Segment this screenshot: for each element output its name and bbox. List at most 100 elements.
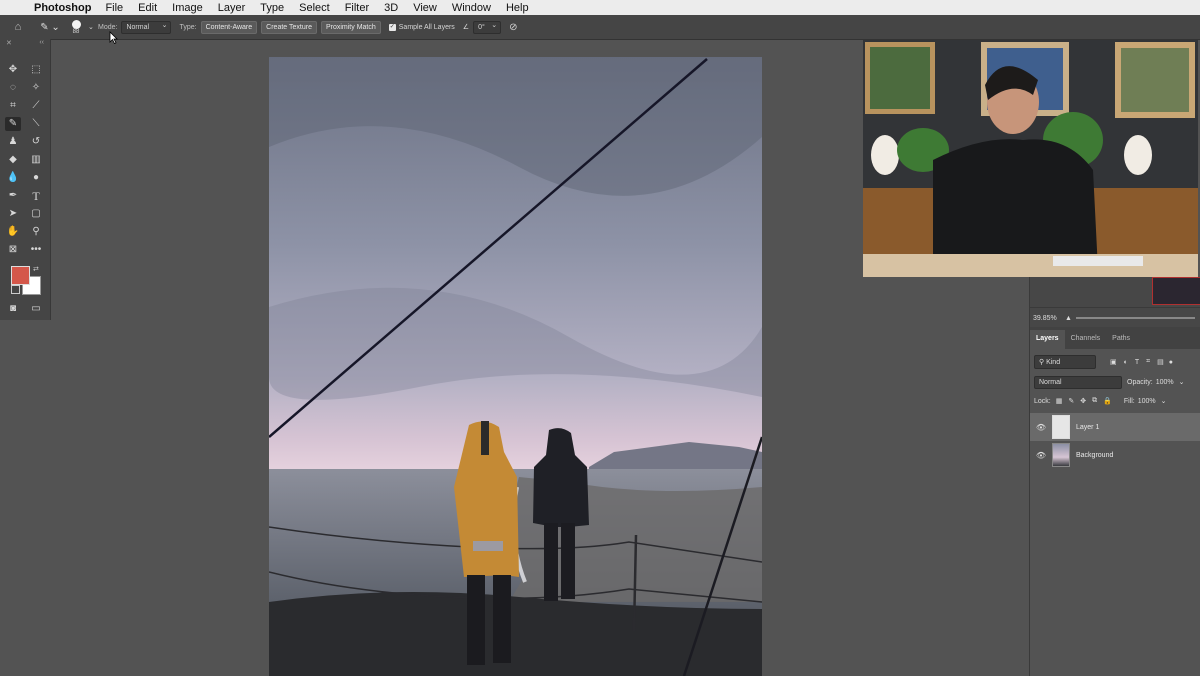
spot-healing-tool-icon[interactable]: ✎: [5, 117, 21, 131]
sample-all-layers-label: Sample All Layers: [398, 23, 455, 31]
layer-row-background[interactable]: 👁 Background: [1030, 441, 1200, 469]
close-icon[interactable]: ✕: [6, 39, 12, 49]
layer-name: Layer 1: [1076, 423, 1100, 431]
foreground-color-swatch[interactable]: [11, 266, 30, 285]
mode-label: Mode:: [98, 23, 118, 31]
lasso-tool-icon[interactable]: ◌: [5, 81, 21, 95]
eyedropper-tool-icon[interactable]: ⟋: [28, 99, 44, 113]
screen-mode-icon[interactable]: ▭: [28, 302, 44, 316]
menu-view[interactable]: View: [413, 2, 437, 14]
angle-field[interactable]: 0°: [473, 20, 502, 34]
lock-position-icon[interactable]: ✥: [1080, 397, 1086, 405]
proximity-match-button[interactable]: Proximity Match: [320, 20, 381, 34]
home-icon[interactable]: ⌂: [0, 21, 36, 33]
create-texture-button[interactable]: Create Texture: [261, 20, 317, 34]
instructor-video-frame: [863, 40, 1198, 277]
type-tool-icon[interactable]: T: [28, 189, 44, 203]
filter-smart-object-icon[interactable]: ▤: [1157, 358, 1164, 366]
mac-menu-bar: Photoshop File Edit Image Layer Type Sel…: [0, 0, 1200, 15]
menu-file[interactable]: File: [105, 2, 123, 14]
opacity-chevron-icon[interactable]: ⌄: [1179, 378, 1185, 386]
fill-chevron-icon[interactable]: ⌄: [1161, 397, 1167, 405]
filter-kind-select[interactable]: ⚲ Kind: [1034, 355, 1096, 369]
lock-label: Lock:: [1034, 397, 1051, 405]
zoom-value[interactable]: 39.85%: [1033, 315, 1065, 322]
quick-mask-icon[interactable]: ◙: [5, 302, 21, 316]
shape-tool-icon[interactable]: ▢: [28, 207, 44, 221]
layer-thumbnail: [1052, 443, 1070, 467]
photo-image: [269, 57, 762, 676]
path-selection-tool-icon[interactable]: ➤: [5, 207, 21, 221]
right-panel-dock: 39.85% ▲ Layers Channels Paths ⚲ Kind ▣ …: [1029, 277, 1200, 676]
mode-select[interactable]: Normal: [121, 20, 172, 34]
menu-help[interactable]: Help: [506, 2, 529, 14]
app-menu-photoshop[interactable]: Photoshop: [34, 2, 91, 14]
blur-tool-icon[interactable]: 💧: [5, 171, 21, 185]
opacity-field[interactable]: 100%: [1156, 379, 1174, 386]
visibility-eye-icon[interactable]: 👁: [1030, 423, 1052, 432]
fill-field[interactable]: 100%: [1138, 398, 1156, 405]
lock-pixels-icon[interactable]: ✎: [1068, 397, 1074, 405]
swap-colors-icon[interactable]: ⇄: [33, 265, 39, 273]
lock-transparent-icon[interactable]: ▦: [1056, 397, 1063, 405]
marquee-tool-icon[interactable]: ⬚: [28, 63, 44, 77]
more-tools-icon[interactable]: •••: [28, 243, 44, 257]
menu-select[interactable]: Select: [299, 2, 330, 14]
frame-tool-icon[interactable]: ⊠: [5, 243, 21, 257]
zoom-out-icon[interactable]: ▲: [1065, 315, 1072, 322]
menu-filter[interactable]: Filter: [345, 2, 369, 14]
tools-panel: ✕ ‹‹ ✥ ⬚ ◌ ✧ ⌗ ⟋ ✎ ⟍ ♟ ↺ ◆ ▥ 💧 ● ✒ T ➤ ▢…: [0, 39, 51, 320]
panel-tabs: Layers Channels Paths: [1030, 327, 1200, 349]
instructor-video-overlay: [863, 40, 1198, 277]
brush-preset-picker[interactable]: 88: [64, 19, 88, 35]
filter-shape-icon[interactable]: ⌗: [1146, 358, 1150, 366]
tab-paths[interactable]: Paths: [1106, 330, 1136, 349]
zoom-slider[interactable]: [1075, 317, 1195, 319]
content-aware-button[interactable]: Content-Aware: [200, 20, 258, 34]
navigator-preview[interactable]: [1152, 277, 1200, 305]
filter-adjustment-icon[interactable]: ◐: [1124, 359, 1128, 366]
tab-channels[interactable]: Channels: [1065, 330, 1107, 349]
lock-all-icon[interactable]: 🔒: [1103, 397, 1112, 405]
hand-tool-icon[interactable]: ✋: [5, 225, 21, 239]
default-colors-icon[interactable]: [11, 285, 20, 294]
brush-tool-icon[interactable]: ⟍: [28, 117, 44, 131]
brush-tip-icon: [71, 19, 81, 29]
menu-image[interactable]: Image: [172, 2, 203, 14]
menu-3d[interactable]: 3D: [384, 2, 398, 14]
layer-name: Background: [1076, 451, 1114, 459]
blend-mode-select[interactable]: Normal: [1034, 375, 1122, 389]
move-tool-icon[interactable]: ✥: [5, 63, 21, 77]
layer-row-layer-1[interactable]: 👁 Layer 1: [1030, 413, 1200, 441]
menu-edit[interactable]: Edit: [138, 2, 157, 14]
collapse-icon[interactable]: ‹‹: [39, 39, 44, 49]
menu-layer[interactable]: Layer: [218, 2, 246, 14]
tools-panel-header: ✕ ‹‹: [0, 39, 50, 49]
document-canvas[interactable]: [269, 57, 762, 676]
pen-tool-icon[interactable]: ✒: [5, 189, 21, 203]
spot-healing-brush-icon[interactable]: ✎ ⌄: [36, 22, 64, 33]
navigator-zoom-bar: 39.85% ▲: [1030, 307, 1200, 328]
sample-all-layers-checkbox[interactable]: ✓: [388, 23, 396, 31]
lock-fill-row: Lock: ▦ ✎ ✥ ⧉ 🔒 Fill: 100% ⌄: [1030, 393, 1200, 409]
magic-wand-tool-icon[interactable]: ✧: [28, 81, 44, 95]
zoom-tool-icon[interactable]: ⚲: [28, 225, 44, 239]
crop-tool-icon[interactable]: ⌗: [5, 99, 21, 113]
pressure-size-icon[interactable]: ⊘: [509, 22, 517, 33]
eraser-tool-icon[interactable]: ◆: [5, 153, 21, 167]
filter-kind-label: Kind: [1046, 359, 1061, 366]
visibility-eye-icon[interactable]: 👁: [1030, 451, 1052, 460]
menu-type[interactable]: Type: [260, 2, 284, 14]
navigator-panel: [1030, 277, 1200, 307]
chevron-down-icon[interactable]: ⌄: [88, 23, 98, 31]
filter-toggle-icon[interactable]: ●: [1169, 359, 1173, 366]
history-brush-tool-icon[interactable]: ↺: [28, 135, 44, 149]
gradient-tool-icon[interactable]: ▥: [28, 153, 44, 167]
dodge-tool-icon[interactable]: ●: [28, 171, 44, 185]
tab-layers[interactable]: Layers: [1030, 330, 1065, 349]
lock-artboard-icon[interactable]: ⧉: [1092, 397, 1097, 405]
filter-type-icon[interactable]: T: [1135, 359, 1139, 366]
clone-stamp-tool-icon[interactable]: ♟: [5, 135, 21, 149]
filter-pixel-icon[interactable]: ▣: [1110, 358, 1117, 366]
menu-window[interactable]: Window: [452, 2, 491, 14]
